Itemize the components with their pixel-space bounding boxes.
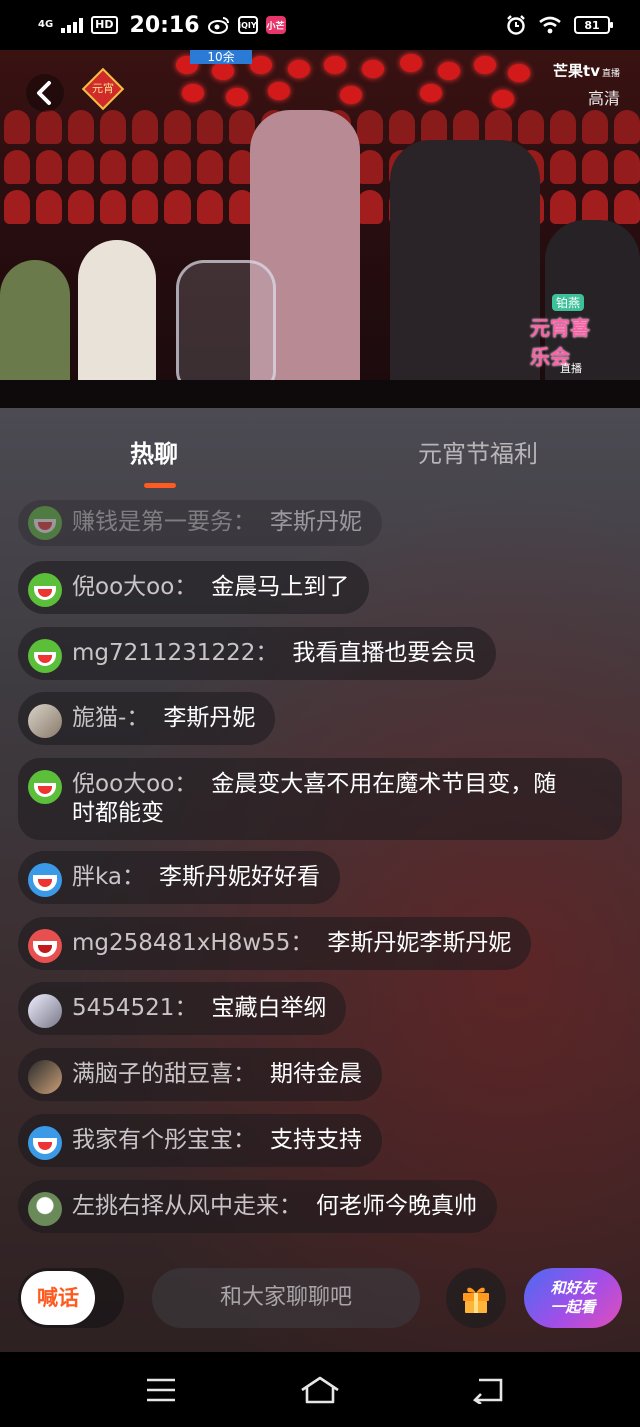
message-user: 赚钱是第一要务 [72, 509, 233, 535]
message-text: 李斯丹妮好好看 [159, 864, 321, 890]
tab-hot-chat[interactable]: 热聊 [130, 434, 178, 469]
alarm-icon [507, 15, 525, 35]
chat-message[interactable]: 我家有个彤宝宝： 支持支持 [18, 1114, 382, 1167]
message-text: 金晨马上到了 [211, 574, 350, 600]
message-user: mg258481xH8w55 [72, 930, 291, 956]
watch-together-button[interactable]: 和好友 一起看 [524, 1268, 622, 1328]
message-text: 宝藏白举纲 [211, 995, 327, 1021]
show-logo: 铂燕 元宵喜乐会 [530, 294, 590, 369]
battery-indicator: 81 [574, 16, 613, 34]
chat-message[interactable]: 旎猫-： 李斯丹妮 [18, 692, 276, 745]
back-nav-icon [472, 1378, 503, 1404]
network-type: 4G [38, 19, 54, 30]
video-player[interactable]: 10余 元宵 芒果tv 直播 高清 铂燕 元宵喜乐会 直播 [0, 50, 640, 408]
user-avatar [28, 506, 62, 540]
chat-message[interactable]: 胖ka： 李斯丹妮好好看 [18, 851, 341, 904]
glass-jar [176, 260, 276, 390]
chat-message[interactable]: 倪oo大oo： 金晨变大喜不用在魔术节目变，随 时都能变 [18, 758, 622, 840]
back-button[interactable] [22, 70, 68, 116]
message-text: 我看直播也要会员 [292, 640, 477, 666]
chat-message[interactable]: mg7211231222： 我看直播也要会员 [18, 627, 497, 680]
tab-festival-welfare[interactable]: 元宵节福利 [418, 434, 538, 469]
message-user: 左挑右择从风中走来 [72, 1193, 279, 1219]
chat-input[interactable]: 和大家聊聊吧 [152, 1268, 420, 1328]
tab-bar: 热聊 元宵节福利 [0, 408, 640, 498]
chat-message[interactable]: 满脑子的甜豆喜： 期待金晨 [18, 1048, 382, 1101]
status-bar: 4G HD 20:16 iQIY 小芒 81 [0, 0, 640, 50]
top-tag: 10余 [190, 50, 252, 64]
menu-icon [147, 1378, 175, 1402]
message-user: 5454521 [72, 995, 175, 1021]
active-tab-indicator [144, 483, 176, 488]
system-nav-bar [0, 1352, 640, 1427]
gift-button[interactable] [446, 1268, 506, 1328]
watch-together-line2: 一起看 [550, 1298, 596, 1316]
signal-icon [61, 17, 84, 33]
home-icon [301, 1376, 339, 1404]
message-text: 李斯丹妮 [270, 509, 362, 535]
message-user: 满脑子的甜豆喜 [72, 1061, 233, 1087]
message-user: 胖ka [72, 864, 123, 890]
message-text: 李斯丹妮 [163, 705, 256, 731]
gift-icon [463, 1287, 489, 1313]
message-user: mg7211231222 [72, 640, 256, 666]
message-text: 期待金晨 [270, 1061, 362, 1087]
user-avatar [28, 1192, 62, 1226]
user-avatar [28, 1060, 62, 1094]
home-button[interactable] [298, 1372, 342, 1408]
chat-message[interactable]: mg258481xH8w55： 李斯丹妮李斯丹妮 [18, 917, 532, 970]
user-avatar [28, 929, 62, 963]
clock: 20:16 [129, 12, 200, 38]
chat-message[interactable]: 5454521： 宝藏白举纲 [18, 982, 347, 1035]
user-avatar [28, 863, 62, 897]
chat-message[interactable]: 左挑右择从风中走来： 何老师今晚真帅 [18, 1180, 497, 1233]
chat-message[interactable]: 倪oo大oo： 金晨马上到了 [18, 561, 370, 614]
message-user: 倪oo大oo [72, 574, 175, 600]
message-text: 何老师今晚真帅 [316, 1193, 477, 1219]
festival-badge: 元宵 [81, 67, 125, 111]
chat-message[interactable]: 赚钱是第一要务： 李斯丹妮 [18, 500, 382, 546]
back-nav-button[interactable] [468, 1372, 508, 1408]
quality-selector[interactable]: 高清 [553, 85, 620, 109]
message-text: 李斯丹妮李斯丹妮 [327, 930, 512, 956]
hd-badge: HD [91, 16, 118, 34]
watch-together-line1: 和好友 [550, 1279, 596, 1297]
shout-button[interactable]: 喊话 [21, 1271, 95, 1325]
wifi-icon [539, 16, 561, 34]
user-avatar [28, 994, 62, 1028]
mini-app-icon: 小芒 [265, 16, 286, 34]
weibo-icon [207, 17, 229, 34]
message-text: 支持支持 [270, 1127, 362, 1153]
user-avatar [28, 573, 62, 607]
message-user: 我家有个彤宝宝 [72, 1127, 233, 1153]
back-icon [26, 74, 64, 112]
live-label: 直播 [560, 362, 582, 375]
user-avatar [28, 639, 62, 673]
message-user: 倪oo大oo [72, 771, 175, 797]
shout-toggle[interactable]: 喊话 [18, 1268, 124, 1328]
user-avatar [28, 770, 62, 804]
brand-logo: 芒果tv 直播 高清 [553, 62, 620, 109]
user-avatar [28, 704, 62, 738]
iqiyi-icon: iQIY [237, 16, 258, 34]
message-user: 旎猫- [72, 705, 127, 731]
message-text-continued: 时都能变 [72, 800, 164, 826]
chat-input-bar: 喊话 和大家聊聊吧 和好友 一起看 [0, 1268, 640, 1338]
menu-button[interactable] [141, 1372, 181, 1408]
message-text: 金晨变大喜不用在魔术节目变，随 [211, 771, 557, 797]
user-avatar [28, 1126, 62, 1160]
